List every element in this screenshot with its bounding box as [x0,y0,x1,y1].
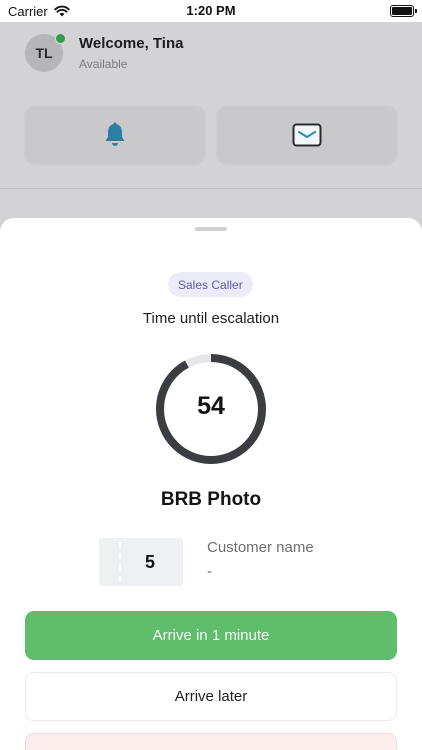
company-name: BRB Photo [160,489,262,510]
ticket-perforation [119,542,121,582]
status-time: 1:20 PM [186,3,236,18]
messages-button[interactable] [217,106,397,164]
ticket-badge: 5 [99,538,183,586]
welcome-title: Welcome, Tina [79,35,184,52]
countdown-value: 54 [197,392,225,420]
quick-actions [25,106,397,164]
bell-icon [105,122,125,146]
battery-icon [390,5,417,17]
online-status-dot [55,33,66,44]
ticket-number: 5 [144,552,155,572]
user-info: Welcome, Tina Available [79,35,183,71]
status-bar: Carrier 1:20 PM [0,0,422,22]
mail-icon [292,123,322,147]
divider [0,188,422,189]
role-badge: Sales Caller [168,272,253,297]
arrive-in-1-minute-button[interactable]: Arrive in 1 minute [25,611,397,660]
escalation-label: Time until escalation [142,310,280,327]
user-header: TL Welcome, Tina Available [25,33,183,72]
availability-status: Available [79,57,128,71]
customer-name-value: - [207,563,212,580]
avatar-initials: TL [35,45,53,61]
sheet-grabber[interactable] [195,227,227,231]
customer-name-label: Customer name [207,539,314,556]
countdown-timer: 54 [154,352,268,466]
notifications-button[interactable] [25,106,205,164]
avatar[interactable]: TL [25,33,66,72]
decline-button[interactable] [25,733,397,750]
escalation-sheet: Sales Caller Time until escalation 54 BR… [0,218,422,750]
arrive-later-button[interactable]: Arrive later [25,672,397,721]
